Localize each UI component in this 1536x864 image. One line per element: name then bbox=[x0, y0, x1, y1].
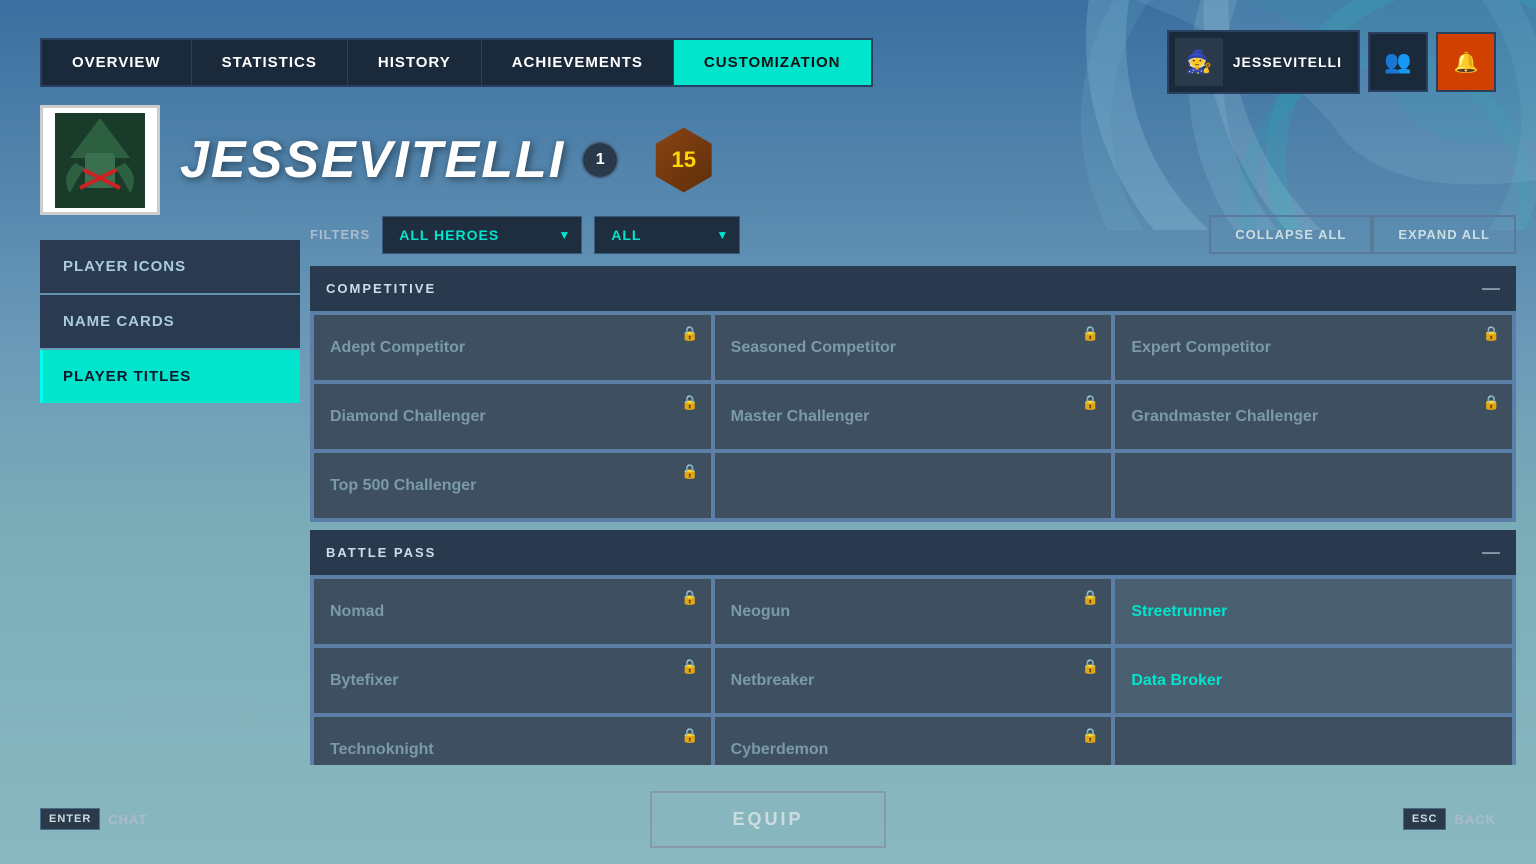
title-card-label: Expert Competitor bbox=[1131, 339, 1271, 357]
tab-statistics[interactable]: STATISTICS bbox=[192, 40, 348, 85]
competitive-section-grid: Adept Competitor 🔒 Seasoned Competitor 🔒… bbox=[310, 311, 1516, 522]
content-scroll-area[interactable]: COMPETITIVE — Adept Competitor 🔒 Seasone… bbox=[310, 266, 1516, 765]
list-item[interactable]: Streetrunner bbox=[1115, 579, 1512, 644]
competitive-section-title: COMPETITIVE bbox=[326, 281, 436, 296]
competitive-section: COMPETITIVE — Adept Competitor 🔒 Seasone… bbox=[310, 266, 1516, 522]
list-item[interactable]: Data Broker bbox=[1115, 648, 1512, 713]
esc-key-hint: ESC bbox=[1403, 808, 1447, 830]
title-card-label: Top 500 Challenger bbox=[330, 477, 476, 495]
list-item[interactable]: Netbreaker 🔒 bbox=[715, 648, 1112, 713]
level-badge: 1 bbox=[581, 141, 619, 179]
list-item[interactable]: Neogun 🔒 bbox=[715, 579, 1112, 644]
list-item[interactable]: Technoknight 🔒 bbox=[314, 717, 711, 765]
list-item[interactable]: Top 500 Challenger 🔒 bbox=[314, 453, 711, 518]
empty-cell bbox=[1115, 453, 1512, 518]
profile-header: JESSEVITELLI 1 15 bbox=[40, 105, 716, 215]
collapse-all-button[interactable]: COLLAPSE ALL bbox=[1209, 215, 1372, 254]
lock-icon: 🔒 bbox=[1483, 325, 1500, 342]
heroes-select-wrapper: ALL HEROES SPECIFIC HERO ▼ bbox=[382, 216, 582, 254]
filter-bar: FILTERS ALL HEROES SPECIFIC HERO ▼ ALL L… bbox=[310, 215, 1516, 254]
title-card-label: Nomad bbox=[330, 603, 384, 621]
bottom-hint-right: ESC BACK bbox=[1403, 808, 1496, 830]
list-item[interactable]: Seasoned Competitor 🔒 bbox=[715, 315, 1112, 380]
player-name-nav: JESSEVITELLI bbox=[1233, 54, 1342, 70]
lock-icon: 🔒 bbox=[681, 463, 698, 480]
empty-cell bbox=[1115, 717, 1512, 765]
list-item[interactable]: Grandmaster Challenger 🔒 bbox=[1115, 384, 1512, 449]
title-card-label: Neogun bbox=[731, 603, 791, 621]
player-avatar-small: 🧙 bbox=[1175, 38, 1223, 86]
rank-badge: 15 bbox=[651, 128, 716, 193]
title-card-label: Netbreaker bbox=[731, 672, 815, 690]
battle-pass-section-title: BATTLE PASS bbox=[326, 545, 436, 560]
lock-icon: 🔒 bbox=[681, 325, 698, 342]
lock-icon: 🔒 bbox=[681, 658, 698, 675]
lock-icon: 🔒 bbox=[1082, 394, 1099, 411]
title-card-label: Streetrunner bbox=[1131, 603, 1227, 621]
lock-icon: 🔒 bbox=[681, 727, 698, 744]
lock-icon: 🔒 bbox=[1483, 394, 1500, 411]
lock-icon: 🔒 bbox=[681, 589, 698, 606]
collapse-expand-group: COLLAPSE ALL EXPAND ALL bbox=[1209, 215, 1516, 254]
tab-overview[interactable]: OVERVIEW bbox=[42, 40, 192, 85]
profile-name-area: JESSEVITELLI 1 15 bbox=[180, 128, 716, 193]
list-item[interactable]: Nomad 🔒 bbox=[314, 579, 711, 644]
top-navigation: OVERVIEW STATISTICS HISTORY ACHIEVEMENTS… bbox=[40, 30, 1496, 94]
list-item[interactable]: Adept Competitor 🔒 bbox=[314, 315, 711, 380]
battle-pass-section-toggle: — bbox=[1482, 542, 1500, 563]
empty-cell bbox=[715, 453, 1112, 518]
chat-hint-text: CHAT bbox=[108, 812, 147, 827]
list-item[interactable]: Cyberdemon 🔒 bbox=[715, 717, 1112, 765]
title-card-label: Technoknight bbox=[330, 741, 434, 759]
all-select-wrapper: ALL LOCKED UNLOCKED ▼ bbox=[594, 216, 740, 254]
notification-icon-button[interactable]: 🔔 bbox=[1436, 32, 1496, 92]
filter-label: FILTERS bbox=[310, 227, 370, 242]
lock-icon: 🔒 bbox=[1082, 589, 1099, 606]
enter-key-hint: ENTER bbox=[40, 808, 100, 830]
sidebar-item-player-titles[interactable]: PLAYER TITLES bbox=[40, 350, 300, 403]
expand-all-button[interactable]: EXPAND ALL bbox=[1372, 215, 1516, 254]
sidebar-item-player-icons[interactable]: PLAYER ICONS bbox=[40, 240, 300, 293]
title-card-label: Data Broker bbox=[1131, 672, 1222, 690]
title-card-label: Adept Competitor bbox=[330, 339, 465, 357]
tab-customization[interactable]: CUSTOMIZATION bbox=[674, 40, 871, 85]
lock-icon: 🔒 bbox=[1082, 727, 1099, 744]
lock-icon: 🔒 bbox=[681, 394, 698, 411]
battle-pass-section-grid: Nomad 🔒 Neogun 🔒 Streetrunner Bytefixer … bbox=[310, 575, 1516, 765]
lock-icon: 🔒 bbox=[1082, 658, 1099, 675]
bottom-hint-left: ENTER CHAT bbox=[40, 808, 147, 830]
competitive-section-header[interactable]: COMPETITIVE — bbox=[310, 266, 1516, 311]
heroes-filter-select[interactable]: ALL HEROES SPECIFIC HERO bbox=[382, 216, 582, 254]
title-card-label: Grandmaster Challenger bbox=[1131, 408, 1318, 426]
tab-achievements[interactable]: ACHIEVEMENTS bbox=[482, 40, 674, 85]
social-icon-button[interactable]: 👥 bbox=[1368, 32, 1428, 92]
lock-icon: 🔒 bbox=[1082, 325, 1099, 342]
list-item[interactable]: Master Challenger 🔒 bbox=[715, 384, 1112, 449]
tab-history[interactable]: HISTORY bbox=[348, 40, 482, 85]
sidebar-item-name-cards[interactable]: NAME CARDS bbox=[40, 295, 300, 348]
nav-right-area: 🧙 JESSEVITELLI 👥 🔔 bbox=[1167, 30, 1496, 94]
battle-pass-section-header[interactable]: BATTLE PASS — bbox=[310, 530, 1516, 575]
sidebar: PLAYER ICONS NAME CARDS PLAYER TITLES bbox=[40, 240, 300, 405]
profile-avatar bbox=[40, 105, 160, 215]
title-card-label: Master Challenger bbox=[731, 408, 870, 426]
main-content: FILTERS ALL HEROES SPECIFIC HERO ▼ ALL L… bbox=[310, 215, 1516, 764]
battle-pass-section: BATTLE PASS — Nomad 🔒 Neogun 🔒 Streetrun… bbox=[310, 530, 1516, 765]
title-card-label: Bytefixer bbox=[330, 672, 398, 690]
list-item[interactable]: Diamond Challenger 🔒 bbox=[314, 384, 711, 449]
list-item[interactable]: Expert Competitor 🔒 bbox=[1115, 315, 1512, 380]
all-filter-select[interactable]: ALL LOCKED UNLOCKED bbox=[594, 216, 740, 254]
back-hint-text: BACK bbox=[1454, 812, 1496, 827]
bottom-bar: ENTER CHAT EQUIP ESC BACK bbox=[0, 774, 1536, 864]
player-badge: 🧙 JESSEVITELLI bbox=[1167, 30, 1360, 94]
competitive-section-toggle: — bbox=[1482, 278, 1500, 299]
title-card-label: Diamond Challenger bbox=[330, 408, 486, 426]
nav-tab-group: OVERVIEW STATISTICS HISTORY ACHIEVEMENTS… bbox=[40, 38, 873, 87]
title-card-label: Seasoned Competitor bbox=[731, 339, 896, 357]
equip-button[interactable]: EQUIP bbox=[650, 791, 885, 848]
profile-name: JESSEVITELLI bbox=[180, 130, 565, 190]
title-card-label: Cyberdemon bbox=[731, 741, 829, 759]
list-item[interactable]: Bytefixer 🔒 bbox=[314, 648, 711, 713]
